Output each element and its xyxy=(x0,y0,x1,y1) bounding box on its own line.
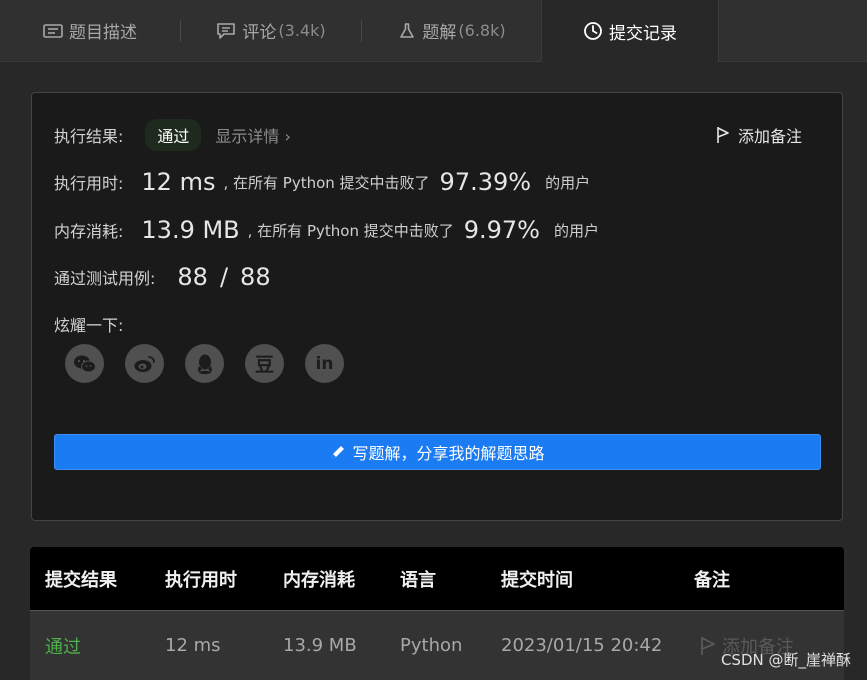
tab-label: 题解 xyxy=(422,23,457,43)
write-solution-button[interactable]: 写题解，分享我的解题思路 xyxy=(54,434,821,470)
flask-icon xyxy=(398,22,416,40)
status-badge: 通过 xyxy=(145,119,202,151)
watermark: CSDN @断_崖禅酥 xyxy=(720,651,851,669)
add-note-button[interactable]: 添加备注 xyxy=(716,123,802,147)
qq-icon[interactable] xyxy=(185,344,224,383)
header-result: 提交结果 xyxy=(45,569,117,591)
memory-label: 内存消耗: xyxy=(54,222,124,241)
memory-text: , 在所有 Python 提交中击败了 xyxy=(247,221,454,240)
cell-language: Python xyxy=(400,635,463,656)
runtime-value: 12 ms xyxy=(141,168,216,196)
tab-count: (3.4k) xyxy=(278,21,326,40)
header-note: 备注 xyxy=(694,569,730,591)
tab-label: 提交记录 xyxy=(609,23,677,44)
table-header: 提交结果 执行用时 内存消耗 语言 提交时间 备注 xyxy=(30,547,844,611)
cell-memory: 13.9 MB xyxy=(283,635,357,656)
tab-description[interactable]: 题目描述 xyxy=(0,0,180,61)
testcases-passed: 88 xyxy=(177,263,208,291)
share-row: 炫耀一下: xyxy=(54,312,123,336)
testcases-row: 通过测试用例: 88 / 88 xyxy=(54,263,271,291)
tab-count: (6.8k) xyxy=(458,21,506,40)
weibo-icon[interactable] xyxy=(125,344,164,383)
header-time: 提交时间 xyxy=(501,569,573,591)
clock-icon xyxy=(583,21,603,41)
cell-result[interactable]: 通过 xyxy=(45,611,81,680)
wechat-icon[interactable] xyxy=(65,344,104,383)
comment-icon xyxy=(216,22,236,40)
pencil-icon xyxy=(330,444,346,460)
douban-icon[interactable]: 豆 xyxy=(245,344,284,383)
memory-suffix: 的用户 xyxy=(553,221,599,240)
tab-comments[interactable]: 评论 (3.4k) xyxy=(181,0,361,61)
add-note-label: 添加备注 xyxy=(737,127,802,146)
header-language: 语言 xyxy=(400,569,436,591)
cell-runtime: 12 ms xyxy=(165,635,221,656)
testcases-label: 通过测试用例: xyxy=(54,269,156,288)
tab-label: 题目描述 xyxy=(69,23,137,43)
share-buttons: 豆 in xyxy=(65,344,344,383)
header-runtime: 执行用时 xyxy=(165,569,237,591)
status-row: 执行结果: 通过 显示详情 › xyxy=(54,119,291,151)
memory-row: 内存消耗: 13.9 MB , 在所有 Python 提交中击败了 9.97% … xyxy=(54,216,599,244)
tab-solutions[interactable]: 题解 (6.8k) xyxy=(362,0,542,61)
runtime-text: , 在所有 Python 提交中击败了 xyxy=(223,173,430,192)
linkedin-icon[interactable]: in xyxy=(305,344,344,383)
runtime-label: 执行用时: xyxy=(54,174,124,193)
show-details-link[interactable]: 显示详情 › xyxy=(215,123,291,147)
runtime-row: 执行用时: 12 ms , 在所有 Python 提交中击败了 97.39% 的… xyxy=(54,168,590,196)
flag-icon xyxy=(700,636,716,656)
runtime-suffix: 的用户 xyxy=(545,173,591,192)
memory-percentile: 9.97% xyxy=(463,216,540,244)
flag-icon xyxy=(716,126,730,144)
result-panel: 执行结果: 通过 显示详情 › 添加备注 执行用时: 12 ms , 在所有 P… xyxy=(31,92,843,521)
share-label: 炫耀一下: xyxy=(54,316,124,335)
tab-submissions[interactable]: 提交记录 xyxy=(541,0,719,62)
tab-label: 评论 xyxy=(242,23,277,43)
memory-value: 13.9 MB xyxy=(141,216,240,244)
testcases-separator: / xyxy=(219,263,229,291)
header-memory: 内存消耗 xyxy=(283,569,355,591)
status-label: 执行结果: xyxy=(54,127,124,146)
tab-bar: 题目描述 评论 (3.4k) 题解 (6.8k) 提交记录 xyxy=(0,0,867,62)
description-icon xyxy=(43,23,63,39)
cell-time: 2023/01/15 20:42 xyxy=(501,635,663,656)
testcases-total: 88 xyxy=(240,263,271,291)
runtime-percentile: 97.39% xyxy=(439,168,532,196)
write-solution-label: 写题解，分享我的解题思路 xyxy=(352,444,545,463)
